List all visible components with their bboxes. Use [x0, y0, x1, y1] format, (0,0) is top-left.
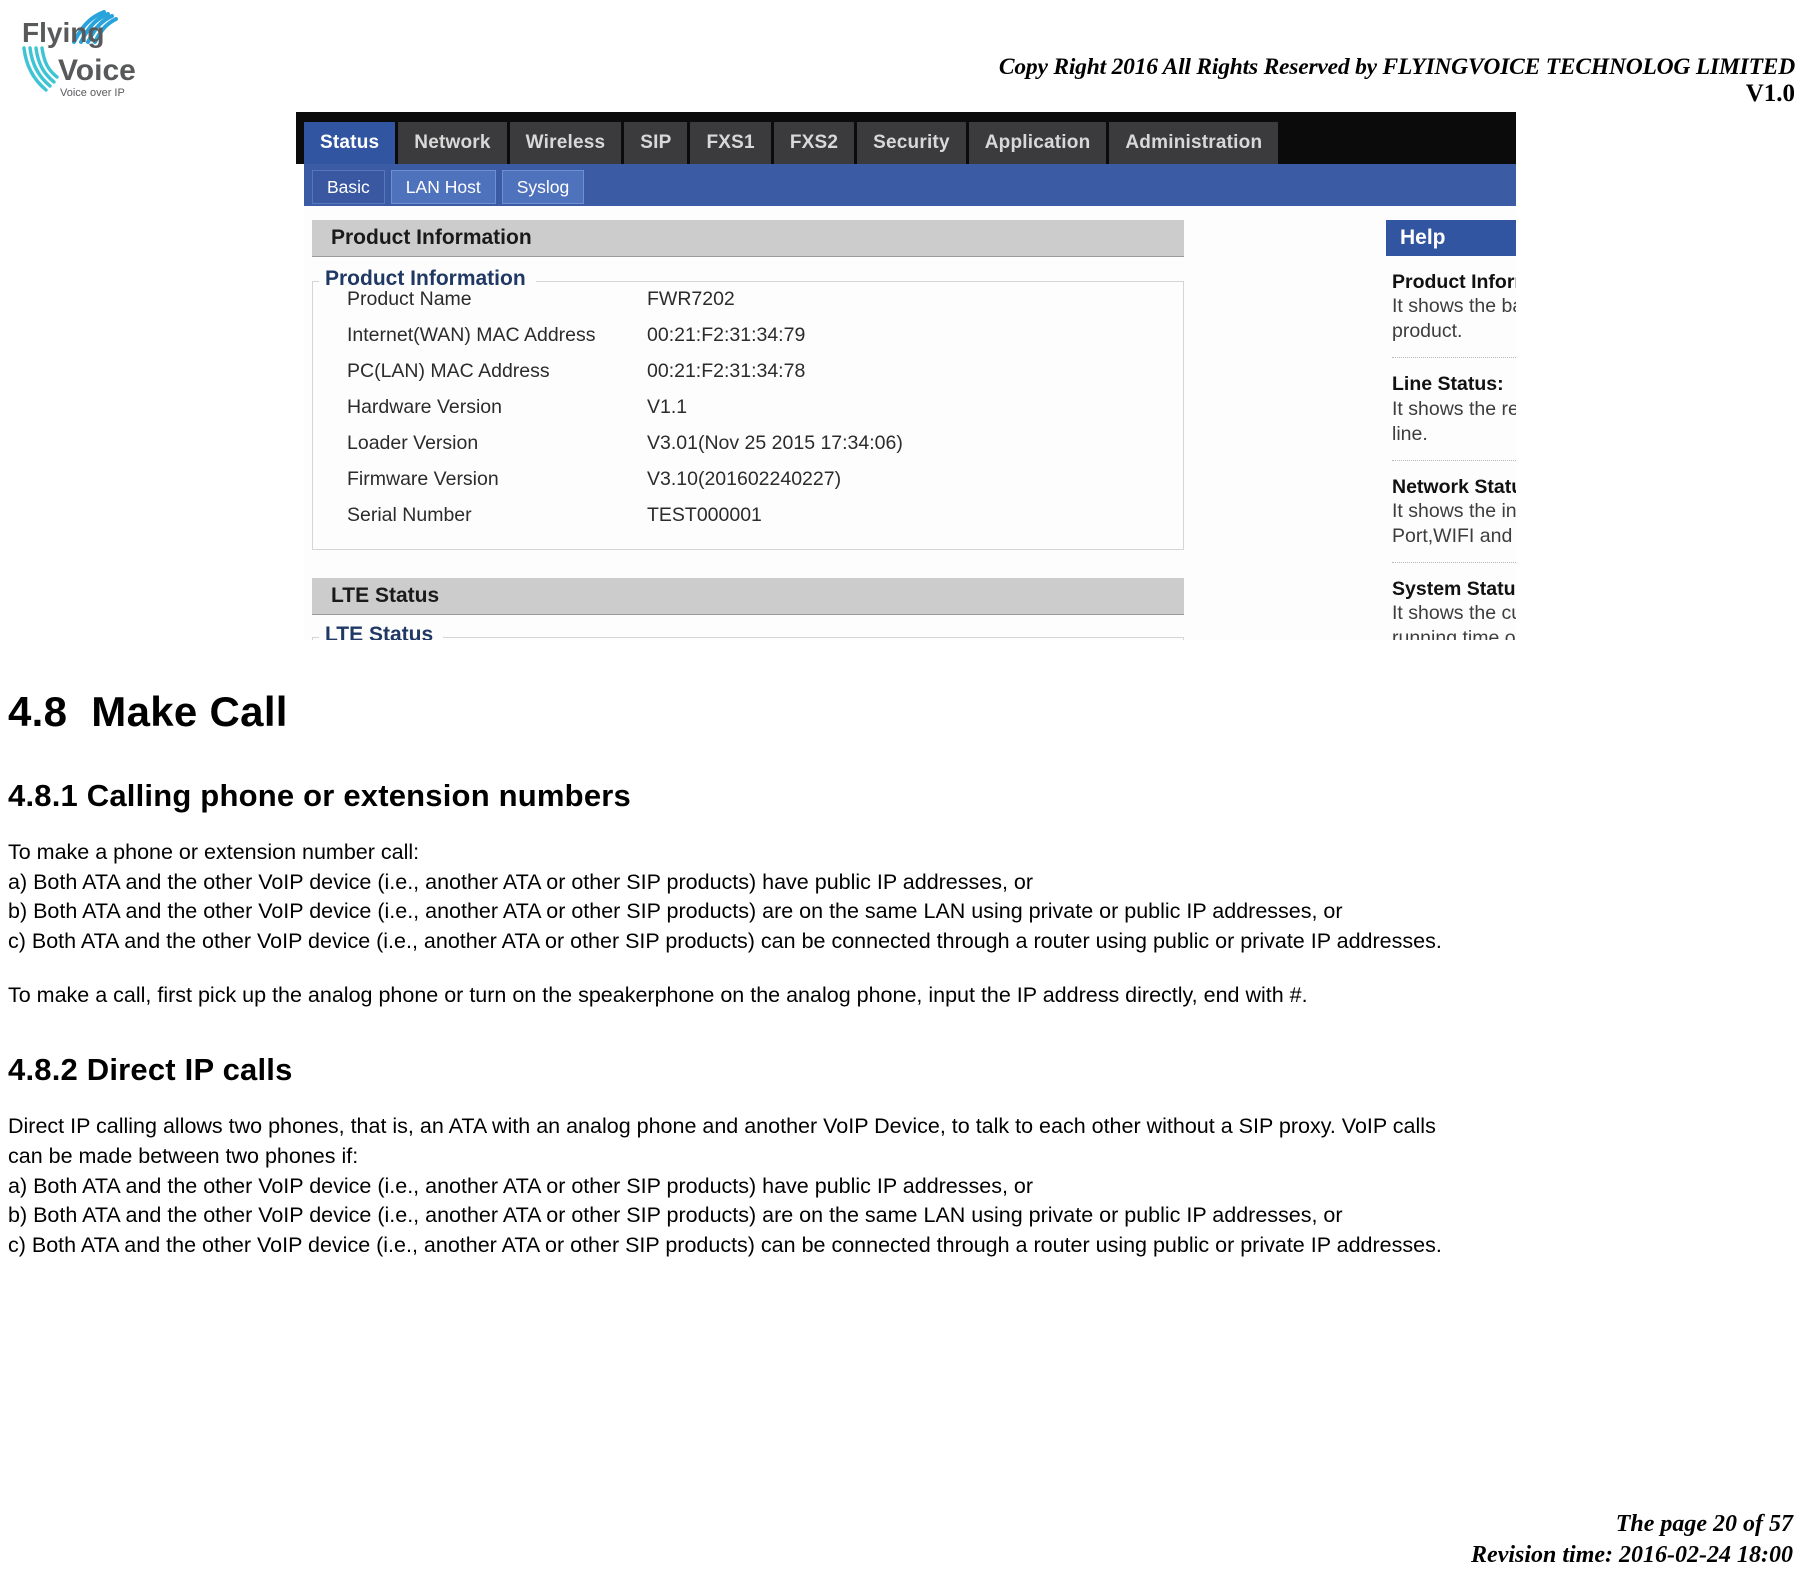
product-info-value: V3.01(Nov 25 2015 17:34:06) — [647, 431, 903, 454]
product-info-value: TEST000001 — [647, 503, 762, 526]
product-info-value: 00:21:F2:31:34:79 — [647, 323, 806, 346]
help-block-line: It shows the info — [1392, 499, 1516, 522]
copyright-line: Copy Right 2016 All Rights Reserved by F… — [998, 54, 1795, 80]
main-nav-tabs: Status Network Wireless SIP FXS1 FXS2 Security… — [304, 122, 1279, 164]
product-information-table: Product Name FWR7202 Internet(WAN) MAC Add… — [313, 281, 1183, 533]
help-panel-title: Help — [1386, 220, 1516, 256]
nav-tab-network[interactable]: Network — [398, 122, 507, 164]
help-block-line: running time of — [1392, 627, 1516, 640]
paragraph-calling-intro: To make a phone or extension number call… — [8, 840, 420, 864]
page-footer: The page 20 of 57 Revision time: 2016-02… — [1471, 1509, 1793, 1572]
nav-tab-fxs2[interactable]: FXS2 — [773, 122, 855, 164]
product-info-label: Loader Version — [347, 431, 479, 454]
product-info-row: Firmware Version V3.10(201602240227) — [347, 461, 1183, 497]
sub-tab-basic[interactable]: Basic — [312, 170, 385, 204]
product-info-value: V3.10(201602240227) — [647, 467, 842, 490]
product-info-row: PC(LAN) MAC Address 00:21:F2:31:34:78 — [347, 353, 1183, 389]
section-number: 4.8 — [8, 688, 68, 735]
product-information-fieldset: Product Information Product Name FWR7202 I… — [312, 267, 1184, 550]
paragraph-direct-ip-1b: can be made between two phones if: — [8, 1143, 359, 1168]
product-info-label: Serial Number — [347, 503, 472, 526]
product-information-legend: Product Information — [319, 267, 536, 291]
paragraph-direct-ip-c: c) Both ATA and the other VoIP device (i… — [8, 1232, 1442, 1257]
revision-time: Revision time: 2016-02-24 18:00 — [1471, 1542, 1793, 1569]
section-heading-4-8: 4.8 Make Call — [8, 688, 1808, 736]
product-info-label: Firmware Version — [347, 467, 499, 490]
paragraph-calling-c: c) Both ATA and the other VoIP device (i… — [8, 928, 1442, 953]
help-block-line: line. — [1392, 422, 1428, 445]
router-sub-navbar: Basic LAN Host Syslog — [304, 164, 1516, 206]
lte-status-section-header: LTE Status — [312, 578, 1184, 615]
help-block-line: product. — [1392, 320, 1463, 343]
paragraph-calling-note: To make a call, first pick up the analog… — [8, 982, 1308, 1007]
nav-tab-sip[interactable]: SIP — [624, 122, 688, 164]
help-block-line: It shows the regi — [1392, 397, 1516, 420]
paragraph-direct-ip-b: b) Both ATA and the other VoIP device (i… — [8, 1203, 1343, 1228]
flyingvoice-logo: Flying Voice Voice over IP — [18, 8, 148, 100]
help-block-heading: Product Inform — [1392, 271, 1516, 293]
product-info-value: V1.1 — [647, 395, 688, 418]
nav-tab-status[interactable]: Status — [304, 122, 396, 164]
help-block-heading: Network Statu — [1392, 475, 1516, 498]
help-block-line: Port,WIFI and PC — [1392, 524, 1516, 547]
lte-status-legend: LTE Status — [319, 623, 444, 640]
help-panel-blocks: Product InformIt shows the basproduct.Li… — [1386, 256, 1516, 640]
product-info-row: Loader Version V3.01(Nov 25 2015 17:34:06… — [347, 425, 1183, 461]
help-block-line: It shows the cur — [1392, 602, 1516, 625]
router-content-column: Product Information Product Information … — [312, 220, 1184, 640]
paragraph-direct-ip-a: a) Both ATA and the other VoIP device (i… — [8, 1173, 1034, 1198]
help-block: Network StatuIt shows the infoPort,WIFI … — [1386, 461, 1516, 563]
paragraph-calling-b: b) Both ATA and the other VoIP device (i… — [8, 899, 1343, 924]
router-page-body: Product Information Product Information … — [304, 206, 1516, 640]
product-info-label: Hardware Version — [347, 395, 502, 418]
document-version: V1.0 — [1745, 80, 1795, 108]
product-info-value: 00:21:F2:31:34:78 — [647, 359, 806, 382]
help-block: Line Status:It shows the regiline. — [1386, 358, 1516, 461]
help-block: System Status:It shows the cur running ti… — [1386, 563, 1516, 640]
svg-text:Flying: Flying — [22, 17, 104, 48]
page-number: The page 20 of 57 — [1615, 1510, 1793, 1537]
help-block-heading: System Status: — [1392, 577, 1516, 600]
document-content: 4.8 Make Call 4.8.1 Calling phone or exte… — [8, 660, 1808, 1261]
nav-tab-application[interactable]: Application — [968, 122, 1107, 164]
nav-tab-administration[interactable]: Administration — [1109, 122, 1279, 164]
subsection-heading-4-8-2: 4.8.2 Direct IP calls — [8, 1052, 293, 1088]
svg-text:Voice: Voice — [58, 54, 136, 87]
svg-text:Voice over IP: Voice over IP — [60, 87, 125, 99]
router-top-navbar: Status Network Wireless SIP FXS1 FXS2 Security… — [296, 112, 1516, 164]
help-block: Product InformIt shows the basproduct. — [1386, 256, 1516, 359]
sub-nav-tabs: Basic LAN Host Syslog — [312, 170, 585, 204]
header-copyright-block: Copy Right 2016 All Rights Reserved by F… — [999, 54, 1795, 108]
paragraph-calling-a: a) Both ATA and the other VoIP device (i… — [8, 869, 1034, 894]
product-info-value: FWR7202 — [647, 287, 735, 310]
nav-tab-fxs1[interactable]: FXS1 — [690, 122, 771, 164]
nav-tab-security[interactable]: Security — [857, 122, 966, 164]
product-info-label: PC(LAN) MAC Address — [347, 359, 550, 382]
router-web-ui-screenshot: Status Network Wireless SIP FXS1 FXS2 Security… — [296, 112, 1516, 640]
subsection-heading-4-8-1: 4.8.1 Calling phone or extension numbers — [8, 778, 631, 813]
product-info-row: Serial Number TEST000001 — [347, 497, 1183, 533]
paragraph-direct-ip-1: Direct IP calling allows two phones, tha… — [8, 1114, 1436, 1139]
product-info-label: Internet(WAN) MAC Address — [347, 323, 596, 346]
page-header: Flying Voice Voice over IP Copy Right 20… — [0, 0, 1817, 108]
product-information-section-header: Product Information — [312, 220, 1184, 257]
help-block-heading: Line Status: — [1392, 373, 1504, 396]
sub-tab-lan-host[interactable]: LAN Host — [390, 170, 496, 204]
sub-tab-syslog[interactable]: Syslog — [501, 170, 585, 204]
nav-tab-wireless[interactable]: Wireless — [509, 122, 622, 164]
help-panel: Help Product InformIt shows the basprodu… — [1386, 220, 1516, 640]
section-title: Make Call — [91, 688, 288, 735]
product-info-row: Hardware Version V1.1 — [347, 389, 1183, 425]
help-block-line: It shows the bas — [1392, 295, 1516, 318]
lte-status-fieldset: LTE Status — [312, 623, 1184, 640]
product-info-row: Internet(WAN) MAC Address 00:21:F2:31:34:… — [347, 317, 1183, 353]
